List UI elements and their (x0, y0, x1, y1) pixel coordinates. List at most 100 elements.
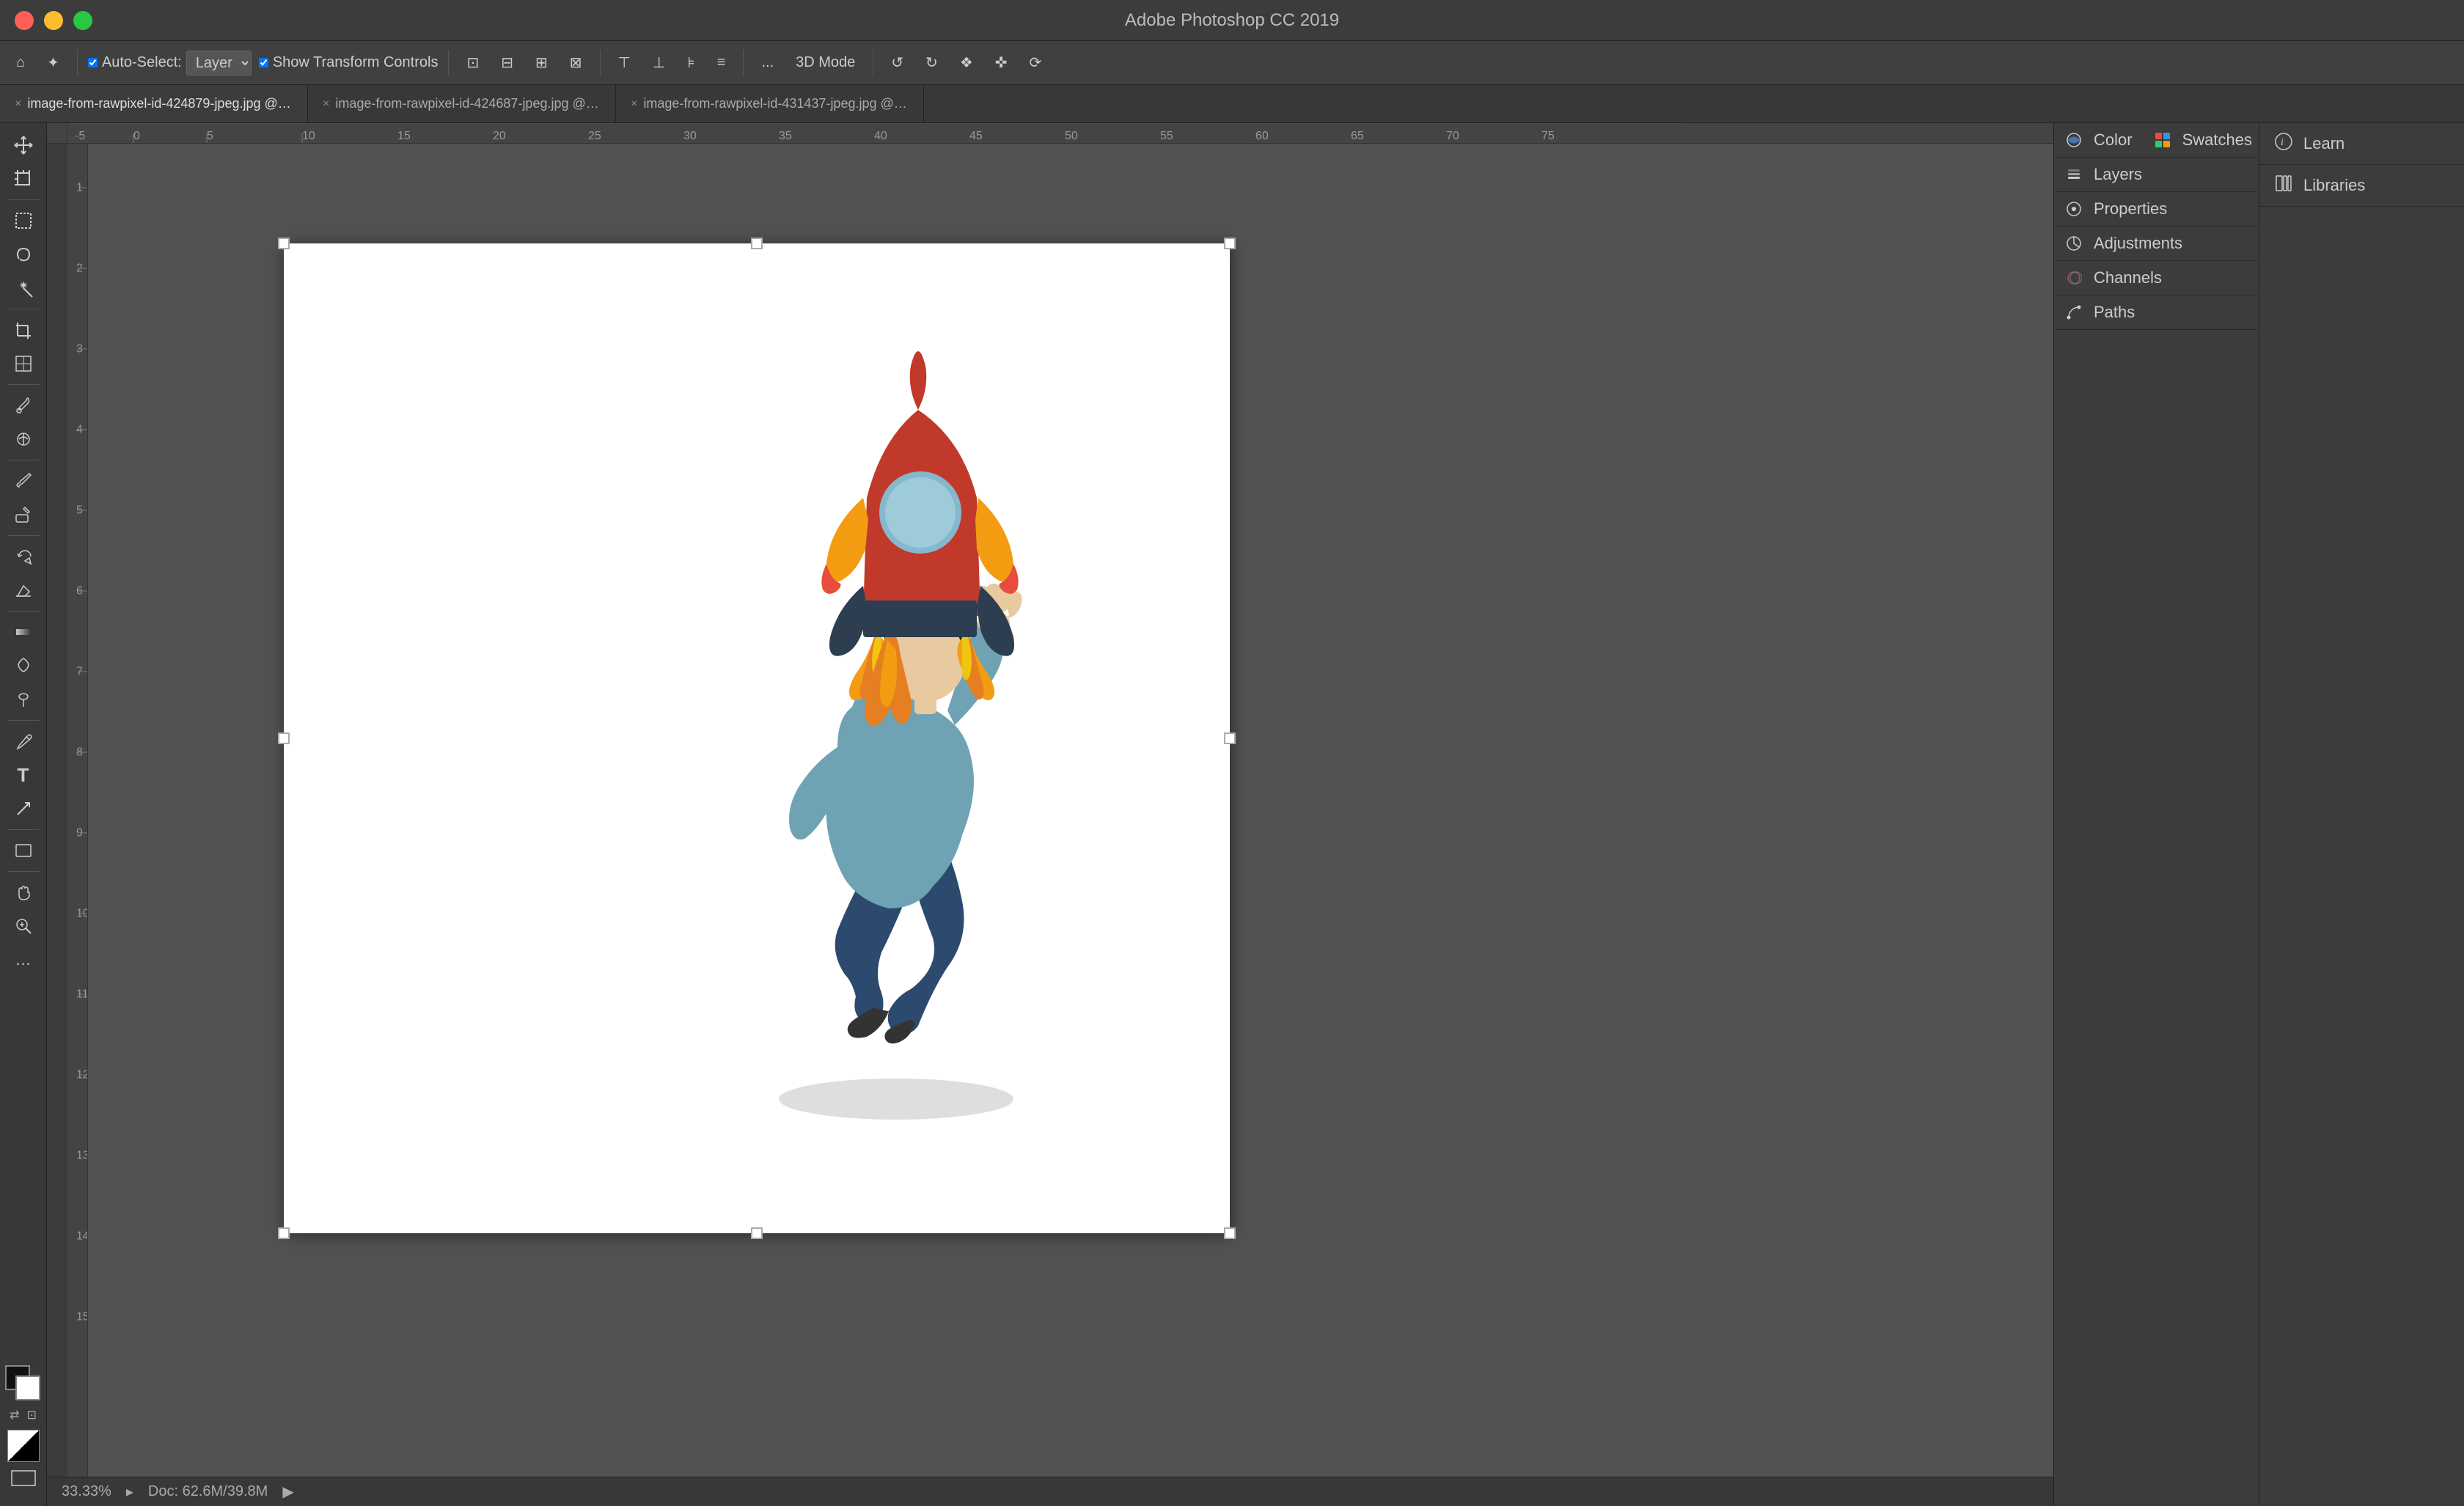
patch-tool[interactable] (4, 423, 43, 455)
left-toolbar: T (0, 123, 47, 1506)
redo-button[interactable]: ↻ (918, 51, 945, 75)
undo-button[interactable]: ↺ (884, 51, 911, 75)
brush-tool[interactable] (4, 465, 43, 497)
magic-wand-tool[interactable] (4, 272, 43, 304)
learn-panel-item[interactable]: i Learn (2259, 123, 2464, 165)
transform-checkbox[interactable]: Show Transform Controls (259, 54, 439, 71)
svg-text:20: 20 (493, 130, 506, 142)
tab-close-1[interactable]: × (323, 98, 329, 111)
type-tool[interactable]: T (4, 759, 43, 791)
handle-bottom-right[interactable] (1224, 1227, 1236, 1239)
eyedropper-tool[interactable] (4, 389, 43, 422)
blur-tool[interactable] (4, 650, 43, 682)
distribute-button[interactable]: ⊠ (562, 51, 590, 75)
svg-text:15: 15 (397, 130, 411, 142)
eraser-tool[interactable] (4, 574, 43, 606)
path-select-tool[interactable] (4, 793, 43, 825)
swap-colors-button[interactable]: ⇄ (10, 1408, 19, 1422)
ruler-vertical: 1 2 3 4 5 6 7 8 9 10 (67, 144, 88, 1477)
hand-tool[interactable] (4, 876, 43, 908)
svg-text:15: 15 (76, 1311, 88, 1323)
slice-tool[interactable] (4, 348, 43, 380)
main-panel: Color Swatches (2053, 123, 2259, 1506)
properties-panel-item[interactable]: Properties (2054, 192, 2259, 227)
handle-bottom-center[interactable] (751, 1227, 763, 1239)
handle-middle-left[interactable] (278, 732, 290, 744)
distribute-v-button[interactable]: ≡ (710, 51, 733, 74)
sep1 (77, 50, 78, 76)
more-options-button[interactable]: ... (754, 51, 781, 74)
home-button[interactable]: ⌂ (9, 51, 32, 74)
screen-mode-button[interactable] (10, 1468, 37, 1493)
swatches-icon (2153, 131, 2172, 150)
channels-icon (2064, 268, 2083, 287)
zoom-tool[interactable] (4, 910, 43, 942)
canvas-scroll[interactable]: 1 2 3 4 5 6 7 8 9 10 (67, 144, 2053, 1477)
status-separator: ▸ (126, 1483, 133, 1501)
align-bottom-button[interactable]: ⊧ (680, 51, 702, 75)
color-icon (2064, 131, 2083, 150)
handle-bottom-left[interactable] (278, 1227, 290, 1239)
tab-close-0[interactable]: × (15, 98, 21, 111)
tab-close-2[interactable]: × (631, 98, 637, 111)
layer-select[interactable]: Layer (186, 51, 252, 76)
handle-middle-right[interactable] (1224, 732, 1236, 744)
move3d-button[interactable]: ✜ (988, 51, 1015, 75)
center-column: -5 0 5 10 15 20 25 30 35 40 45 (47, 123, 2053, 1506)
handle-top-left[interactable] (278, 238, 290, 249)
titlebar: Adobe Photoshop CC 2019 (0, 0, 2464, 41)
lasso-tool[interactable] (4, 238, 43, 271)
gradient-tool[interactable] (4, 616, 43, 648)
shape-tool[interactable] (4, 834, 43, 867)
clone-stamp-tool[interactable] (4, 499, 43, 531)
3d-mode-button[interactable]: 3D Mode (788, 51, 862, 74)
auto-select-label: Auto-Select: (102, 54, 182, 71)
dodge-tool[interactable] (4, 683, 43, 716)
libraries-panel-item[interactable]: Libraries (2259, 165, 2464, 207)
handle-top-center[interactable] (751, 238, 763, 249)
history-brush-tool[interactable] (4, 540, 43, 573)
libraries-icon (2274, 174, 2293, 197)
quick-mask-button[interactable] (7, 1430, 40, 1462)
handle-top-right[interactable] (1224, 238, 1236, 249)
color-panel-item[interactable]: Color (2054, 123, 2143, 157)
redo-icon: ↻ (925, 54, 938, 72)
align-top-button[interactable]: ⊤ (611, 51, 638, 75)
pen-tool[interactable] (4, 725, 43, 757)
rotate3d-button[interactable]: ⟳ (1022, 51, 1049, 75)
options-button[interactable]: ✦ (40, 51, 67, 75)
background-color[interactable] (15, 1375, 40, 1400)
layers-panel-item[interactable]: Layers (2054, 158, 2259, 192)
distribute-v-icon: ≡ (717, 54, 726, 71)
maximize-button[interactable] (73, 11, 92, 30)
marquee-tool[interactable] (4, 205, 43, 237)
align-left-button[interactable]: ⊡ (459, 51, 486, 75)
tab-label-2: image-from-rawpixel-id-431437-jpeg.jpg @… (643, 96, 909, 111)
tab-0[interactable]: × image-from-rawpixel-id-424879-jpeg.jpg… (0, 85, 308, 123)
expand-info-button[interactable]: ▶ (282, 1483, 293, 1501)
close-button[interactable] (15, 11, 34, 30)
more-tools-button[interactable]: … (4, 944, 43, 976)
sep3 (600, 50, 601, 76)
align-center-icon: ⊟ (501, 54, 513, 72)
paths-panel-item[interactable]: Paths (2054, 295, 2259, 330)
adjustments-panel-item[interactable]: Adjustments (2054, 227, 2259, 261)
extras-button[interactable]: ❖ (953, 51, 980, 75)
minimize-button[interactable] (44, 11, 63, 30)
default-colors-button[interactable]: ⊡ (27, 1408, 37, 1422)
channels-panel-item[interactable]: Channels (2054, 261, 2259, 295)
tab-2[interactable]: × image-from-rawpixel-id-431437-jpeg.jpg… (616, 85, 924, 123)
align-right-button[interactable]: ⊞ (528, 51, 555, 75)
svg-text:60: 60 (1255, 130, 1269, 142)
3d-icon: 3D Mode (796, 54, 855, 71)
align-center-button[interactable]: ⊟ (494, 51, 521, 75)
align-middle-button[interactable]: ⊥ (645, 51, 672, 75)
artboard-tool[interactable] (4, 163, 43, 195)
top-panel-row: Color Swatches (2054, 123, 2259, 158)
move-tool[interactable] (4, 129, 43, 161)
ruler-corner (47, 123, 67, 144)
tab-1[interactable]: × image-from-rawpixel-id-424687-jpeg.jpg… (308, 85, 616, 123)
swatches-panel-item[interactable]: Swatches (2143, 123, 2262, 157)
crop-tool[interactable] (4, 314, 43, 346)
auto-select-checkbox[interactable]: Auto-Select: Layer (88, 51, 252, 76)
